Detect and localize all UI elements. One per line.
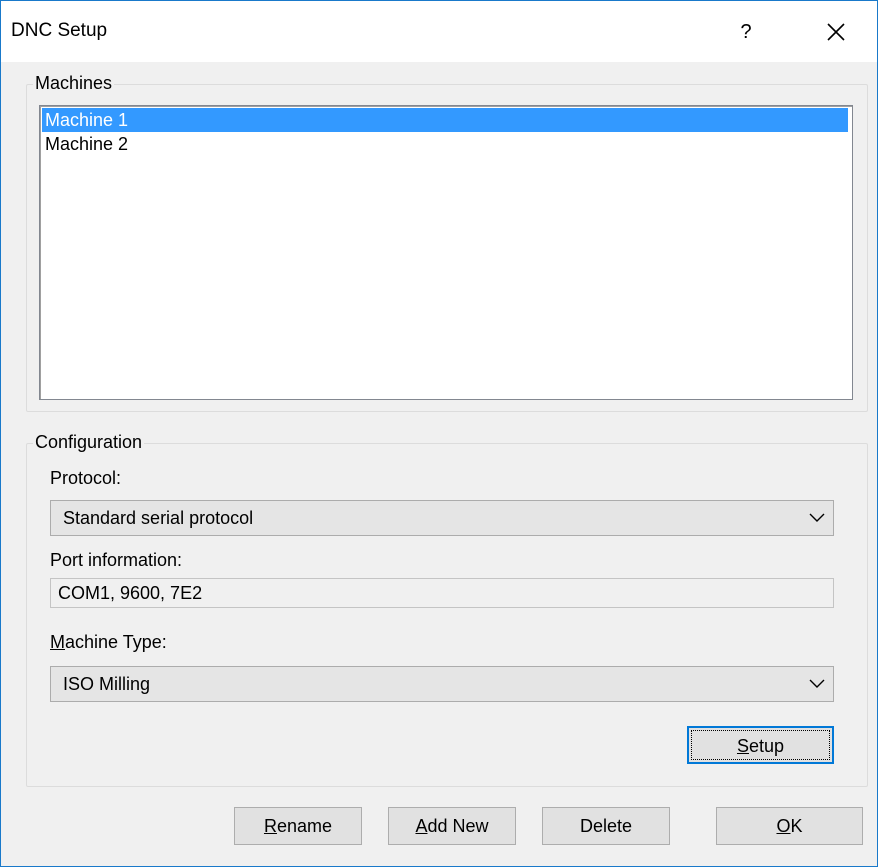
setup-button[interactable]: Setup	[687, 726, 834, 764]
machine-type-label-rest: achine Type:	[65, 632, 167, 652]
dnc-setup-dialog: DNC Setup ? Machines Machine 1 Machine 2…	[0, 0, 878, 867]
focus-rectangle	[691, 730, 830, 760]
list-item-machine-2[interactable]: Machine 2	[42, 132, 848, 156]
machine-type-select[interactable]: ISO Milling	[50, 666, 834, 702]
close-button[interactable]	[813, 11, 859, 53]
help-icon: ?	[740, 20, 752, 43]
list-item-label: Machine 1	[45, 110, 129, 130]
machines-group: Machines Machine 1 Machine 2	[26, 73, 868, 412]
protocol-label: Protocol:	[50, 468, 122, 488]
rename-button[interactable]: Rename	[234, 807, 362, 845]
machines-list[interactable]: Machine 1 Machine 2	[39, 105, 853, 400]
machine-type-accel: M	[50, 632, 65, 652]
delete-button[interactable]: Delete	[542, 807, 670, 845]
machine-type-label: Machine Type:	[50, 632, 167, 653]
port-information-value: COM1, 9600, 7E2	[58, 583, 203, 603]
configuration-group-label: Configuration	[33, 432, 145, 453]
protocol-select[interactable]: Standard serial protocol	[50, 500, 834, 536]
machine-type-value: ISO Milling	[63, 674, 151, 694]
chevron-down-icon	[809, 513, 825, 522]
window-title: DNC Setup	[11, 20, 108, 41]
close-icon	[827, 23, 845, 41]
protocol-value: Standard serial protocol	[63, 508, 254, 528]
add-new-accel: A	[415, 816, 428, 836]
rename-accel: R	[263, 816, 277, 836]
ok-accel: O	[776, 816, 791, 836]
list-item-machine-1[interactable]: Machine 1	[42, 108, 848, 132]
add-new-label-rest: dd New	[427, 816, 489, 836]
ok-button[interactable]: OK	[716, 807, 863, 845]
help-button[interactable]: ?	[723, 11, 769, 53]
ok-label-rest: K	[790, 816, 803, 836]
chevron-down-icon	[809, 679, 825, 688]
rename-label-rest: ename	[276, 816, 333, 836]
port-information-field: COM1, 9600, 7E2	[50, 578, 834, 608]
port-information-label: Port information:	[50, 550, 183, 570]
configuration-group: Configuration Protocol: Standard serial …	[26, 432, 868, 787]
add-new-button[interactable]: Add New	[388, 807, 516, 845]
delete-label: Delete	[579, 816, 633, 836]
list-item-label: Machine 2	[45, 134, 129, 154]
machines-group-label: Machines	[33, 73, 115, 94]
title-bar[interactable]: DNC Setup ?	[1, 1, 877, 62]
